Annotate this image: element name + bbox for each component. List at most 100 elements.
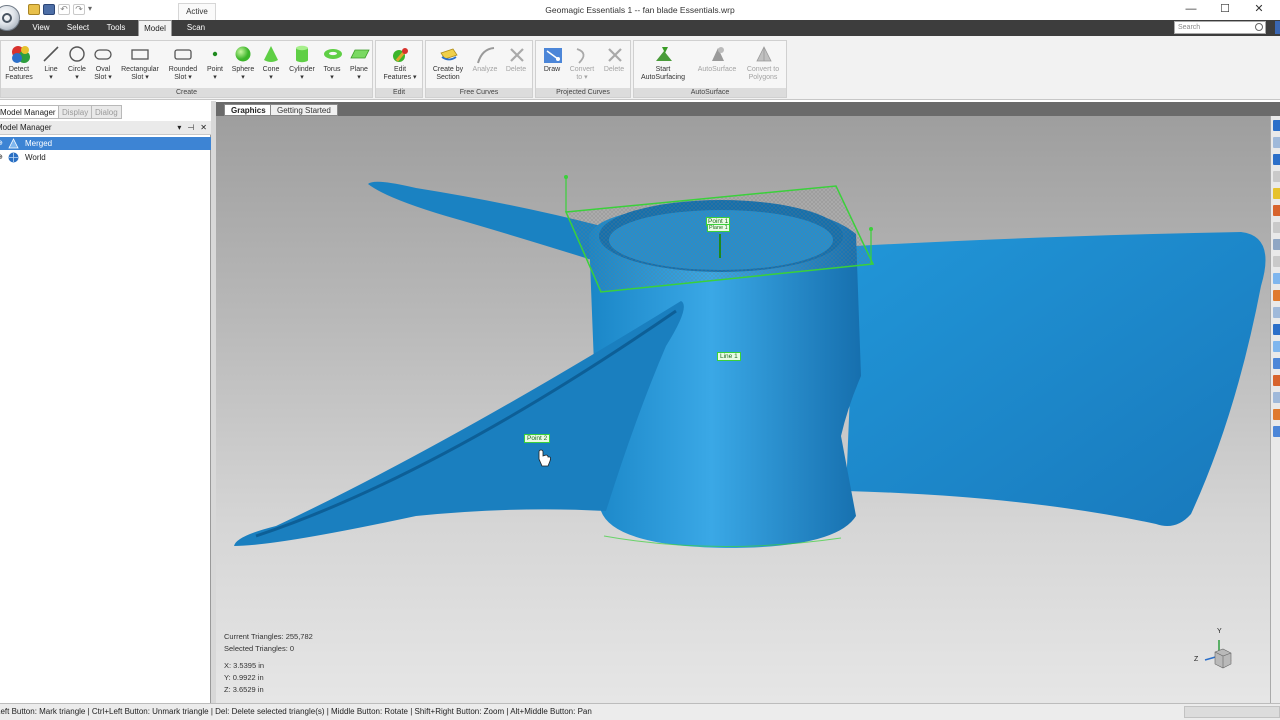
fan-blade-model[interactable] [216,116,1270,703]
maximize-button[interactable]: ☐ [1218,3,1232,17]
point-button[interactable]: Point ▾ [203,43,227,82]
search-icon[interactable] [1255,23,1263,31]
search-input[interactable]: Search [1174,21,1266,34]
rectangular-slot-button[interactable]: Rectangular Slot ▾ [118,43,162,82]
circle-icon [68,45,86,63]
edit-features-button[interactable]: Edit Features ▾ [380,43,420,82]
edit-features-label: Edit Features ▾ [383,66,417,81]
tab-dialog[interactable]: Dialog [91,105,122,119]
close-button[interactable]: ✕ [1252,3,1266,17]
tab-graphics[interactable]: Graphics [224,104,273,116]
status-progress-box [1184,706,1280,718]
line-button[interactable]: Line ▾ [38,43,64,82]
oval-slot-button[interactable]: Oval Slot ▾ [90,43,116,82]
torus-button[interactable]: Torus ▾ [319,43,345,82]
minimize-button[interactable]: — [1184,3,1198,17]
toolbar-icon[interactable] [1273,205,1280,216]
delete-free-curves-button[interactable]: Delete [502,43,530,74]
panel-menu-icon[interactable]: ▾ [177,121,181,135]
model-manager-panel: Model Manager ▾ ⊣ ✕ ⊕ Merged ⊕ World [0,121,211,703]
delete-icon [507,45,525,63]
toolbar-icon[interactable] [1273,256,1280,267]
toolbar-icon[interactable] [1273,120,1280,131]
convert-to-polygons-icon [754,45,772,63]
plane-handle-left[interactable] [564,175,568,179]
pin-icon[interactable]: ⊣ [187,121,194,135]
draw-button[interactable]: Draw [538,43,566,74]
toolbar-icon[interactable] [1273,188,1280,199]
detect-features-label: Detect Features [5,66,33,81]
toolbar-icon[interactable] [1273,290,1280,301]
toolbar-icon[interactable] [1273,171,1280,182]
detect-features-button[interactable]: Detect Features [3,43,35,82]
toolbar-icon[interactable] [1273,392,1280,403]
tab-model-manager[interactable]: Model Manager [0,105,60,119]
app-logo-icon [2,13,12,23]
toolbar-icon[interactable] [1273,324,1280,335]
tree-item-merged[interactable]: ⊕ Merged [0,137,211,150]
plane-handle-right[interactable] [869,227,873,231]
delete-projected-curves-button[interactable]: Delete [599,43,629,74]
sphere-button[interactable]: Sphere ▾ [229,43,257,82]
sphere-label: Sphere ▾ [231,66,255,81]
convert-to-label: Convert to ▾ [569,66,595,81]
tab-getting-started[interactable]: Getting Started [270,104,338,116]
torus-icon [323,45,342,63]
toolbar-icon[interactable] [1273,341,1280,352]
cylinder-label: Cylinder ▾ [289,66,315,81]
create-by-section-button[interactable]: Create by Section [428,43,468,82]
tab-model[interactable]: Model [138,20,172,36]
left-pane-tabs: Model Manager Display Dialog [0,105,215,119]
title-bar: ↶ ↷ ▾ Active Geomagic Essentials 1 -- fa… [0,0,1280,31]
edit-features-icon [391,45,409,63]
convert-to-button[interactable]: Convert to ▾ [567,43,597,82]
feature-label-line1[interactable]: Line 1 [717,352,741,361]
tab-tools[interactable]: Tools [100,20,132,36]
analyze-button[interactable]: Analyze [470,43,500,74]
convert-to-polygons-label: Convert to Polygons [746,66,780,81]
ribbon-tab-bar: View Select Tools Model Scan [0,20,1280,36]
tab-view[interactable]: View [26,20,56,36]
tab-scan[interactable]: Scan [180,20,212,36]
feature-label-plane1[interactable]: Plane 1 [707,224,730,232]
ribbon-group-autosurface: Start AutoSurfacing AutoSurface Convert … [633,40,787,98]
rounded-slot-button[interactable]: Rounded Slot ▾ [165,43,201,82]
toolbar-icon[interactable] [1273,409,1280,420]
tab-display[interactable]: Display [58,105,93,119]
tree-item-world[interactable]: ⊕ World [0,151,211,164]
cone-label: Cone ▾ [262,66,280,81]
toolbar-icon[interactable] [1273,154,1280,165]
convert-to-polygons-button[interactable]: Convert to Polygons [740,43,786,82]
create-by-section-icon [439,45,458,63]
toolbar-icon[interactable] [1273,426,1280,437]
axis-triad[interactable]: Y Z [1191,628,1241,678]
graphics-viewport[interactable]: Point 1 Plane 1 Line 1 Point 2 Current T… [216,116,1270,703]
tab-select[interactable]: Select [62,20,94,36]
cone-button[interactable]: Cone ▾ [259,43,283,82]
toolbar-icon[interactable] [1273,222,1280,233]
rectangular-slot-icon [131,45,149,63]
convert-to-icon [573,45,591,64]
cylinder-button[interactable]: Cylinder ▾ [285,43,319,82]
circle-button[interactable]: Circle ▾ [64,43,90,82]
draw-label: Draw [543,66,561,73]
help-icon[interactable] [1275,21,1280,34]
toolbar-icon[interactable] [1273,358,1280,369]
toolbar-icon[interactable] [1273,137,1280,148]
toolbar-icon[interactable] [1273,375,1280,386]
plane-button[interactable]: Plane ▾ [346,43,372,82]
panel-close-icon[interactable]: ✕ [200,121,207,135]
sphere-icon [234,45,252,63]
feature-label-point2[interactable]: Point 2 [524,434,551,443]
autosurface-button[interactable]: AutoSurface [694,43,740,74]
toolbar-icon[interactable] [1273,307,1280,318]
line-label: Line ▾ [44,66,58,81]
expand-icon[interactable]: ⊕ [0,151,3,164]
expand-icon[interactable]: ⊕ [0,137,3,150]
toolbar-icon[interactable] [1273,273,1280,284]
oval-slot-label: Oval Slot ▾ [94,66,112,81]
ribbon: Detect Features Line ▾ Circle ▾ Oval Slo… [0,36,1280,100]
toolbar-icon[interactable] [1273,239,1280,250]
start-autosurfacing-button[interactable]: Start AutoSurfacing [636,43,690,82]
rounded-slot-icon [174,45,192,63]
